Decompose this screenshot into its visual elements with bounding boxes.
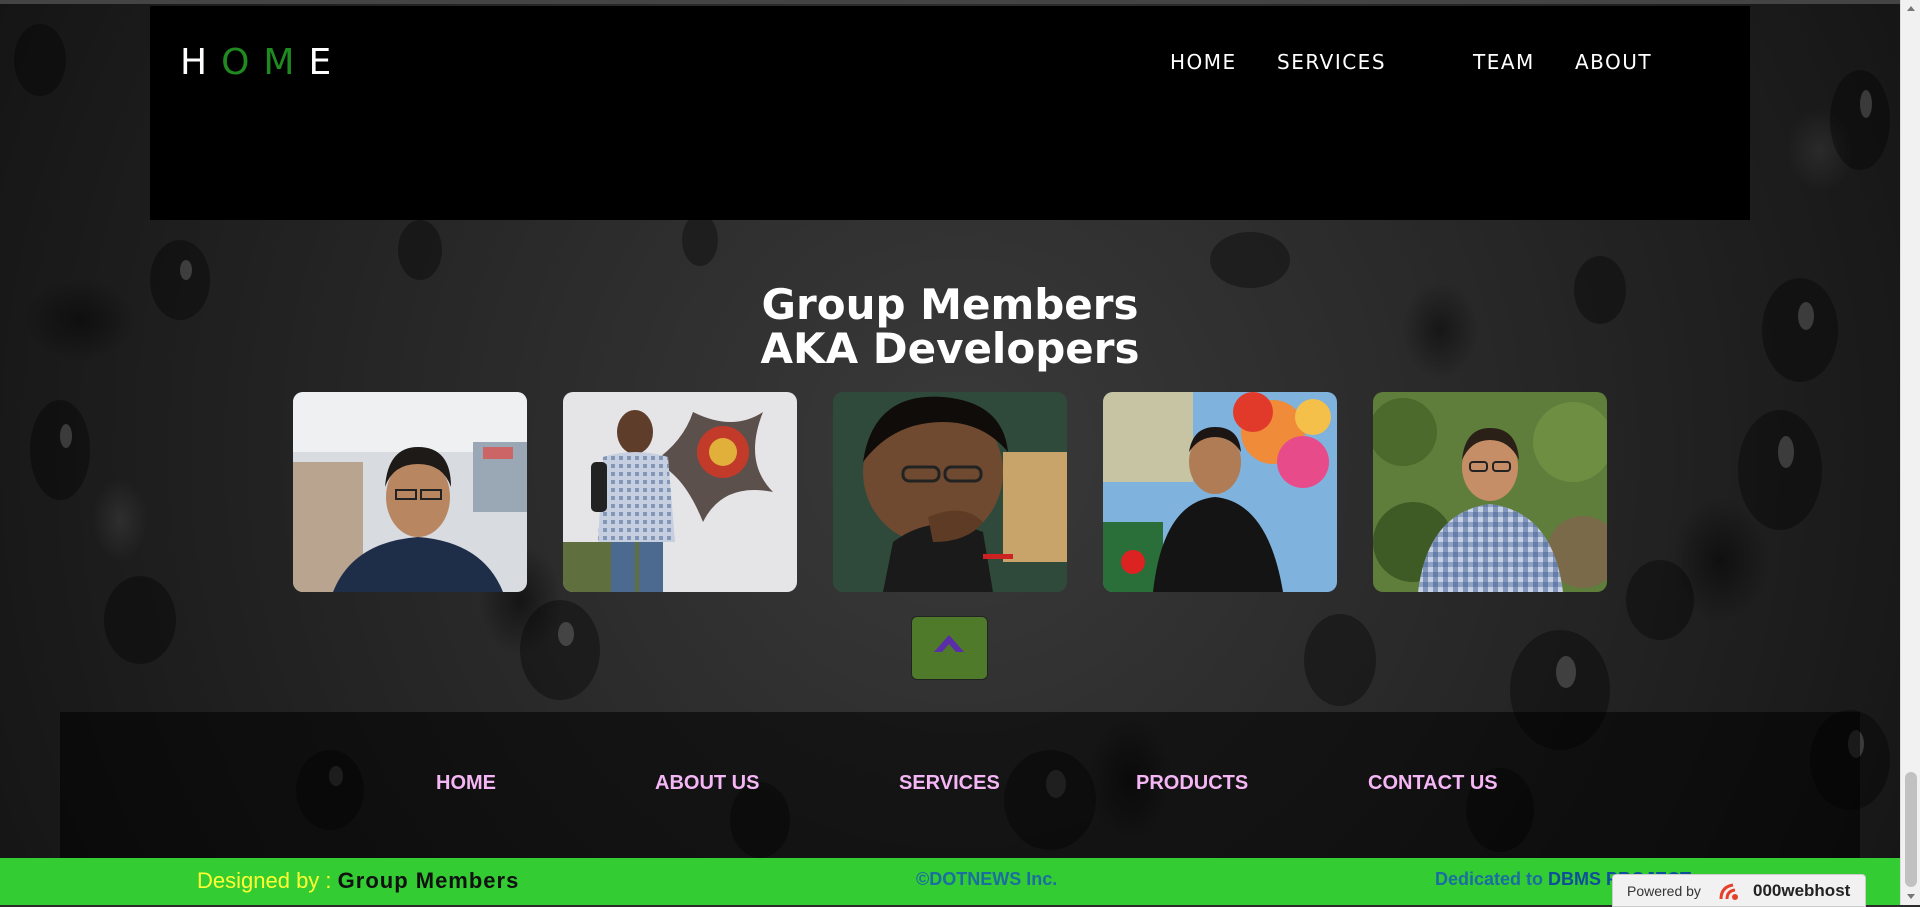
member-photo-3[interactable]	[833, 392, 1067, 592]
main-nav: HOME SERVICES TEAM ABOUT	[150, 50, 1750, 80]
scroll-up-arrow-icon[interactable]	[1907, 6, 1915, 11]
member-2-portrait	[563, 392, 797, 592]
nav-about[interactable]: ABOUT	[1575, 50, 1652, 74]
designed-by-name: Group Members	[337, 868, 520, 893]
designed-by-label: Designed by :	[197, 868, 338, 893]
member-photo-2[interactable]	[563, 392, 797, 592]
copyright-text: ©DOTNEWS Inc.	[916, 869, 1058, 889]
nav-team[interactable]: TEAM	[1473, 50, 1535, 74]
scroll-to-top-button[interactable]	[912, 617, 987, 679]
member-photo-5[interactable]	[1373, 392, 1607, 592]
footer-link-products[interactable]: PRODUCTS	[1136, 772, 1248, 795]
member-photo-4[interactable]	[1103, 392, 1337, 592]
badge-powered-by: Powered by	[1627, 883, 1701, 899]
scroll-down-arrow-icon[interactable]	[1907, 894, 1915, 899]
footer-link-home[interactable]: HOME	[436, 772, 496, 795]
dedicated-label: Dedicated to	[1435, 869, 1549, 889]
member-5-portrait	[1373, 392, 1607, 592]
designed-by: Designed by : Group Members	[197, 868, 519, 894]
navbar: HOME HOME SERVICES TEAM ABOUT	[150, 6, 1750, 220]
footer-link-about-us[interactable]: ABOUT US	[655, 772, 759, 795]
footer-link-services[interactable]: SERVICES	[899, 772, 1000, 795]
top-border	[0, 0, 1920, 4]
page-scrollbar[interactable]	[1900, 0, 1920, 905]
000webhost-logo-icon	[1719, 883, 1738, 900]
member-4-portrait	[1103, 392, 1337, 592]
section-title-line1: Group Members	[761, 280, 1139, 329]
footer-nav: HOME ABOUT US SERVICES PRODUCTS CONTACT …	[60, 712, 1860, 858]
nav-home[interactable]: HOME	[1170, 50, 1237, 74]
member-1-portrait	[293, 392, 527, 592]
member-photo-1[interactable]	[293, 392, 527, 592]
footer-link-contact-us[interactable]: CONTACT US	[1368, 772, 1498, 795]
hosting-badge[interactable]: Powered by 000webhost	[1612, 874, 1866, 907]
member-3-portrait	[833, 392, 1067, 592]
scrollbar-thumb[interactable]	[1905, 772, 1917, 887]
badge-brand: 000webhost	[1753, 881, 1851, 900]
nav-services[interactable]: SERVICES	[1277, 50, 1386, 74]
chevron-up-icon	[934, 635, 964, 652]
section-title-line2: AKA Developers	[760, 324, 1140, 373]
